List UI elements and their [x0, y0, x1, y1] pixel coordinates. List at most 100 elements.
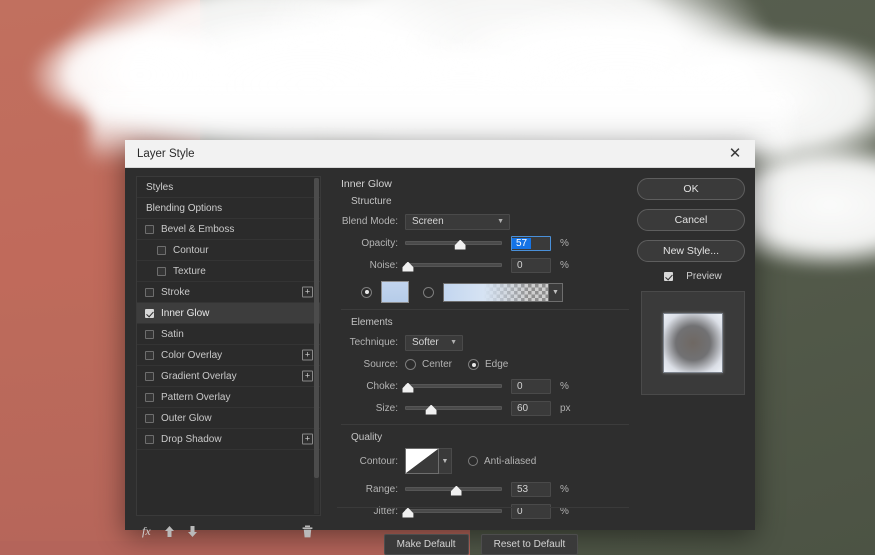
- inner-glow-panel: Inner Glow Structure Blend Mode: Screen …: [333, 176, 629, 555]
- choke-input[interactable]: 0: [511, 379, 551, 394]
- sidebar-item-label: Bevel & Emboss: [161, 223, 235, 235]
- arrow-down-icon[interactable]: [187, 525, 198, 538]
- opacity-row: Opacity: 57 %: [333, 234, 629, 253]
- source-row: Source: Center Edge: [333, 355, 629, 374]
- glow-color-swatch[interactable]: [381, 281, 409, 303]
- sidebar-item-label: Contour: [173, 244, 209, 256]
- sidebar-item-label: Inner Glow: [161, 307, 210, 319]
- styles-list-scrollbar[interactable]: [314, 178, 319, 514]
- size-unit: px: [560, 403, 571, 414]
- range-slider[interactable]: [405, 483, 502, 497]
- checkbox-texture[interactable]: [157, 266, 166, 276]
- sidebar-item-outer-glow[interactable]: Outer Glow: [137, 408, 320, 429]
- radio-source-center[interactable]: [405, 359, 416, 370]
- technique-value: Softer: [412, 337, 439, 348]
- sidebar-item-gradient-overlay[interactable]: Gradient Overlay +: [137, 366, 320, 387]
- contour-preview[interactable]: [405, 448, 439, 474]
- noise-value: 0: [517, 260, 523, 271]
- checkbox-inner-glow[interactable]: [145, 308, 154, 318]
- checkbox-satin[interactable]: [145, 329, 154, 339]
- blend-mode-select[interactable]: Screen ▼: [405, 213, 510, 230]
- technique-row: Technique: Softer ▼: [333, 333, 629, 352]
- chevron-down-icon[interactable]: ▼: [549, 282, 563, 302]
- scrollbar-thumb[interactable]: [314, 178, 319, 478]
- radio-fill-gradient[interactable]: [423, 286, 434, 298]
- range-value: 53: [517, 484, 529, 495]
- gradient-preview[interactable]: [443, 282, 549, 302]
- checkbox-preview[interactable]: [664, 272, 674, 281]
- close-icon[interactable]: ✕: [725, 146, 745, 161]
- checkbox-stroke[interactable]: [145, 287, 154, 297]
- chevron-down-icon[interactable]: ▼: [439, 448, 452, 474]
- noise-slider[interactable]: [402, 259, 502, 273]
- sidebar-item-label: Blending Options: [146, 202, 223, 214]
- source-edge-label: Edge: [485, 359, 509, 370]
- checkbox-gradient-overlay[interactable]: [145, 371, 154, 381]
- jitter-row: Jitter: 0 %: [333, 502, 629, 521]
- styles-footer-toolbar: fx: [136, 524, 321, 539]
- range-label: Range:: [365, 484, 398, 495]
- slider-track: [405, 508, 502, 513]
- divider: [341, 309, 629, 310]
- opacity-label: Opacity:: [361, 238, 398, 249]
- sidebar-item-blending-options[interactable]: Blending Options: [137, 198, 320, 219]
- size-slider[interactable]: [405, 402, 502, 416]
- sidebar-item-contour[interactable]: Contour: [137, 240, 320, 261]
- checkbox-color-overlay[interactable]: [145, 350, 154, 360]
- checkbox-pattern-overlay[interactable]: [145, 392, 154, 402]
- anti-aliased-toggle[interactable]: Anti-aliased: [468, 456, 536, 467]
- sidebar-item-stroke[interactable]: Stroke +: [137, 282, 320, 303]
- sidebar-item-styles[interactable]: Styles: [137, 177, 320, 198]
- opacity-input[interactable]: 57: [511, 236, 551, 251]
- sidebar-item-drop-shadow[interactable]: Drop Shadow +: [137, 429, 320, 450]
- sidebar-item-label: Drop Shadow: [161, 433, 222, 445]
- sidebar-item-texture[interactable]: Texture: [137, 261, 320, 282]
- sidebar-item-label: Outer Glow: [161, 412, 212, 424]
- sidebar-item-satin[interactable]: Satin: [137, 324, 320, 345]
- divider: [337, 507, 629, 508]
- glow-fill-row: ▼: [361, 281, 629, 303]
- cancel-button[interactable]: Cancel: [637, 209, 745, 231]
- checkbox-drop-shadow[interactable]: [145, 434, 154, 444]
- new-style-button[interactable]: New Style...: [637, 240, 745, 262]
- add-gradient-overlay-icon[interactable]: +: [302, 370, 313, 382]
- size-value: 60: [517, 403, 529, 414]
- blend-mode-value: Screen: [412, 216, 444, 227]
- reset-to-default-button[interactable]: Reset to Default: [480, 534, 579, 555]
- noise-input[interactable]: 0: [511, 258, 551, 273]
- radio-fill-color[interactable]: [361, 286, 372, 298]
- fx-icon[interactable]: fx: [142, 524, 151, 539]
- size-input[interactable]: 60: [511, 401, 551, 416]
- sidebar-item-pattern-overlay[interactable]: Pattern Overlay: [137, 387, 320, 408]
- actions-column: OK Cancel New Style... Preview: [637, 176, 749, 530]
- ok-button[interactable]: OK: [637, 178, 745, 200]
- add-drop-shadow-icon[interactable]: +: [302, 433, 313, 445]
- sidebar-item-inner-glow[interactable]: Inner Glow: [137, 303, 320, 324]
- checkbox-bevel-emboss[interactable]: [145, 224, 154, 234]
- radio-source-edge[interactable]: [468, 359, 480, 370]
- add-stroke-icon[interactable]: +: [302, 286, 313, 298]
- make-default-button[interactable]: Make Default: [383, 534, 469, 555]
- checkbox-anti-aliased[interactable]: [468, 456, 478, 466]
- noise-label: Noise:: [369, 260, 398, 271]
- preview-toggle[interactable]: Preview: [637, 271, 749, 282]
- slider-track: [405, 240, 502, 245]
- choke-slider[interactable]: [402, 380, 502, 394]
- checkbox-contour[interactable]: [157, 245, 166, 255]
- choke-unit: %: [560, 381, 569, 392]
- arrow-up-icon[interactable]: [164, 525, 175, 538]
- checkbox-outer-glow[interactable]: [145, 413, 154, 423]
- opacity-slider[interactable]: [405, 237, 502, 251]
- choke-value: 0: [517, 381, 523, 392]
- sidebar-item-bevel-emboss[interactable]: Bevel & Emboss: [137, 219, 320, 240]
- add-color-overlay-icon[interactable]: +: [302, 349, 313, 361]
- dialog-titlebar: Layer Style ✕: [125, 140, 755, 168]
- trash-icon[interactable]: [302, 525, 313, 538]
- sidebar-item-color-overlay[interactable]: Color Overlay +: [137, 345, 320, 366]
- range-input[interactable]: 53: [511, 482, 551, 497]
- technique-select[interactable]: Softer ▼: [405, 334, 463, 351]
- structure-group: Structure Blend Mode: Screen ▼ Opacity:: [333, 196, 629, 303]
- contour-label: Contour:: [359, 455, 398, 467]
- quality-title: Quality: [351, 432, 383, 443]
- noise-row: Noise: 0 %: [333, 256, 629, 275]
